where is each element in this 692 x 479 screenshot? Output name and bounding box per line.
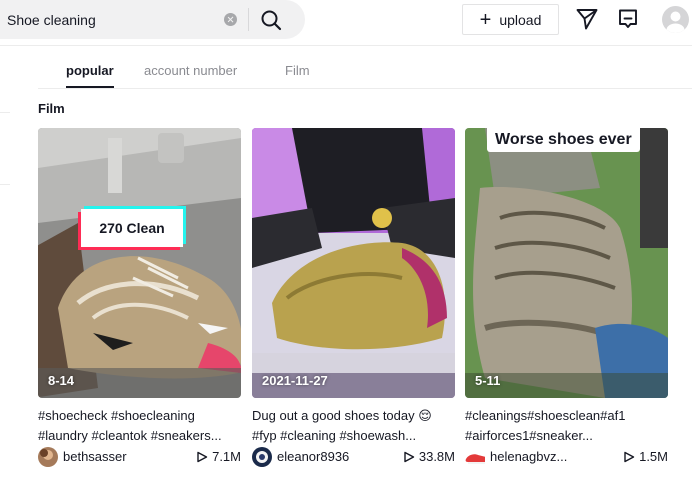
upload-button[interactable]: + upload — [462, 4, 559, 35]
search-bar — [0, 0, 305, 39]
video-thumbnail[interactable]: 2021-11-27 — [252, 128, 455, 398]
video-thumbnail[interactable]: 270 Clean 8-14 — [38, 128, 241, 398]
author-username[interactable]: eleanor8936 — [277, 449, 349, 464]
inbox-icon — [619, 9, 637, 28]
clear-search-icon[interactable] — [224, 13, 237, 26]
sidebar-divider — [0, 112, 10, 113]
search-button[interactable] — [259, 8, 283, 32]
upload-label: upload — [499, 11, 542, 28]
video-description[interactable]: #cleanings#shoesclean#af1 #airforces1#sn… — [465, 406, 668, 446]
avatar-icon — [38, 447, 58, 467]
tab-popular[interactable]: popular — [66, 63, 114, 78]
play-icon — [197, 451, 208, 462]
video-description[interactable]: #shoecheck #shoecleaning #laundry #clean… — [38, 406, 241, 446]
view-count-value: 7.1M — [212, 449, 241, 464]
video-meta: bethsasser 7.1M — [38, 447, 241, 469]
video-description[interactable]: Dug out a good shoes today 😌 #fyp #clean… — [252, 406, 455, 446]
view-count: 7.1M — [196, 449, 241, 464]
plus-icon: + — [479, 8, 492, 31]
tab-account-number[interactable]: account number — [144, 63, 237, 78]
play-icon — [624, 451, 635, 462]
author-avatar[interactable] — [252, 447, 272, 467]
author-username[interactable]: helenagbvz... — [490, 449, 567, 464]
messages-button[interactable] — [575, 7, 599, 31]
top-bar: + upload — [0, 0, 692, 46]
view-count: 33.8M — [403, 449, 455, 464]
video-description-line: #airforces1#sneaker... — [465, 428, 593, 443]
video-overlay-text: Worse shoes ever — [487, 128, 640, 152]
author-username[interactable]: bethsasser — [63, 449, 127, 464]
sidebar-divider — [0, 184, 10, 185]
video-description-line: #fyp #cleaning #shoewash... — [252, 428, 417, 443]
view-count-value: 33.8M — [418, 449, 455, 464]
video-thumbnail-image — [252, 128, 455, 398]
video-date: 2021-11-27 — [262, 373, 328, 388]
video-meta: helenagbvz... 1.5M — [465, 447, 668, 469]
inbox-button[interactable] — [616, 7, 640, 31]
tab-film[interactable]: Film — [285, 63, 310, 78]
search-icon — [261, 10, 282, 31]
send-icon — [576, 9, 598, 30]
author-avatar[interactable] — [465, 447, 485, 467]
search-input[interactable] — [7, 9, 207, 31]
video-description-line: #shoecheck #shoecleaning — [38, 408, 195, 423]
video-description-line: #cleanings#shoesclean#af1 — [465, 408, 626, 423]
avatar-icon — [666, 11, 685, 33]
view-count: 1.5M — [623, 449, 668, 464]
view-count-value: 1.5M — [639, 449, 668, 464]
search-divider — [248, 8, 249, 31]
author-avatar[interactable] — [38, 447, 58, 467]
avatar-icon — [252, 447, 272, 467]
video-thumbnail-image — [465, 128, 668, 398]
video-description-line: #laundry #cleantok #sneakers... — [38, 428, 222, 443]
profile-avatar[interactable] — [662, 6, 689, 33]
search-tabs: popular account number Film — [0, 46, 692, 90]
section-title: Film — [38, 101, 65, 116]
video-meta: eleanor8936 33.8M — [252, 447, 455, 469]
tabs-divider — [38, 88, 692, 89]
video-overlay-text: 270 Clean — [81, 209, 183, 247]
video-date: 8-14 — [48, 373, 75, 388]
video-thumbnail[interactable]: Worse shoes ever 5-11 — [465, 128, 668, 398]
video-description-line: Dug out a good shoes today 😌 — [252, 408, 432, 423]
play-icon — [404, 451, 415, 462]
video-date: 5-11 — [475, 373, 501, 388]
video-thumbnail-image — [38, 128, 241, 398]
avatar-icon — [465, 454, 485, 464]
